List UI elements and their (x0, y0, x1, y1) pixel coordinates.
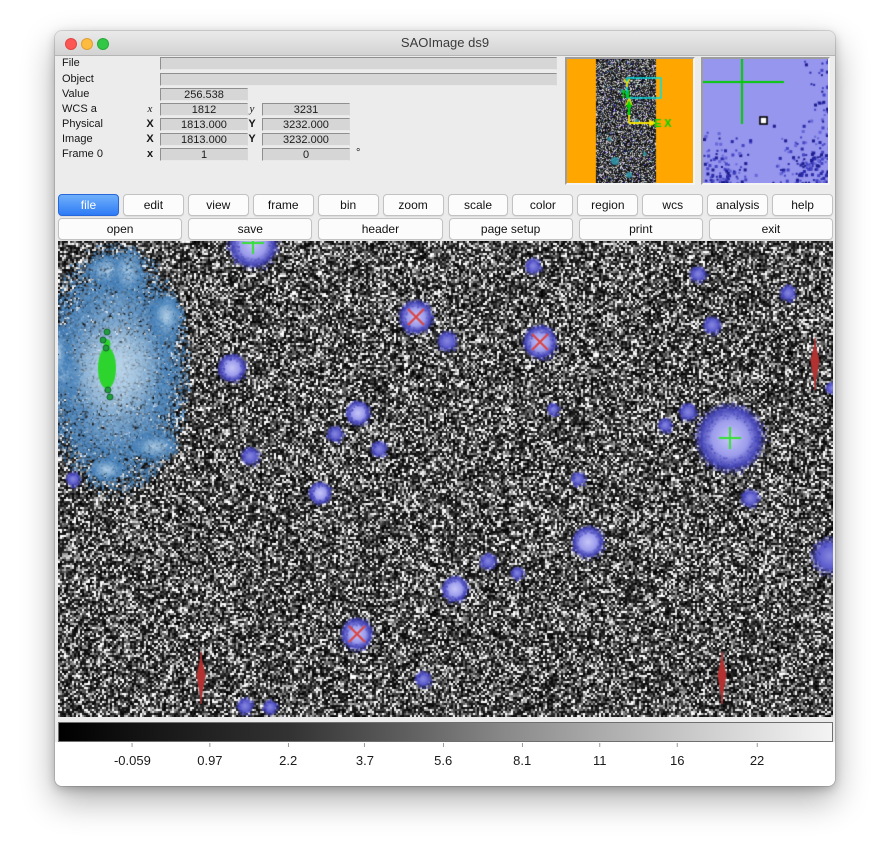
image-label: Image (62, 133, 93, 146)
colorbar-tick-label: 2.2 (279, 753, 297, 768)
value-field[interactable] (160, 88, 248, 101)
colorbar[interactable] (58, 722, 833, 742)
menu-tab-file[interactable]: file (58, 194, 119, 216)
menu-button-exit[interactable]: exit (709, 218, 833, 240)
object-label: Object (62, 73, 94, 86)
wcs-label: WCS a (62, 103, 97, 116)
desktop: SAOImage ds9 File Object Value WCS a x y… (0, 0, 889, 862)
colorbar-tick: 3.7 (356, 743, 374, 768)
colorbar-tick-label: 0.97 (197, 753, 222, 768)
menu-button-print[interactable]: print (579, 218, 703, 240)
degree-symbol: ° (356, 147, 360, 160)
menu-tab-frame[interactable]: frame (253, 194, 314, 216)
image-y-label: Y (245, 133, 259, 146)
physical-x-label: X (143, 118, 157, 131)
physical-y-field[interactable] (262, 118, 350, 131)
image-y-field[interactable] (262, 133, 350, 146)
menu-tab-color[interactable]: color (512, 194, 573, 216)
menu-tab-view[interactable]: view (188, 194, 249, 216)
wcs-x-field[interactable] (160, 103, 248, 116)
wcs-x-label: x (143, 103, 157, 116)
title-bar[interactable]: SAOImage ds9 (55, 31, 835, 56)
menu-tab-scale[interactable]: scale (448, 194, 509, 216)
frame-x-label: x (143, 148, 157, 161)
colorbar-tick: 5.6 (434, 743, 452, 768)
panner-canvas[interactable] (567, 59, 693, 183)
colorbar-tick: -0.059 (114, 743, 151, 768)
colorbar-tick-label: 8.1 (513, 753, 531, 768)
file-label: File (62, 57, 80, 70)
magnifier-canvas[interactable] (703, 59, 828, 183)
menu-button-header[interactable]: header (318, 218, 442, 240)
menu-tab-help[interactable]: help (772, 194, 833, 216)
colorbar-tick: 8.1 (513, 743, 531, 768)
menu-tab-wcs[interactable]: wcs (642, 194, 703, 216)
magnifier[interactable] (701, 57, 830, 185)
colorbar-tick: 22 (750, 743, 764, 768)
frame-label: Frame 0 (62, 148, 103, 161)
menu-tab-region[interactable]: region (577, 194, 638, 216)
physical-y-label: Y (245, 118, 259, 131)
ds9-window: SAOImage ds9 File Object Value WCS a x y… (55, 31, 835, 786)
colorbar-tick: 11 (593, 743, 607, 768)
menu-button-page-setup[interactable]: page setup (449, 218, 573, 240)
menu-button-open[interactable]: open (58, 218, 182, 240)
colorbar-tick-label: 11 (593, 753, 607, 768)
menu-button-row: open save header page setup print exit (58, 218, 833, 240)
frame-rotation-field[interactable] (262, 148, 350, 161)
image-x-field[interactable] (160, 133, 248, 146)
colorbar-tick-label: 3.7 (356, 753, 374, 768)
menu-button-save[interactable]: save (188, 218, 312, 240)
object-field[interactable] (160, 73, 557, 86)
colorbar-tick-label: -0.059 (114, 753, 151, 768)
physical-label: Physical (62, 118, 103, 131)
window-title: SAOImage ds9 (55, 35, 835, 50)
wcs-y-field[interactable] (262, 103, 350, 116)
menu-tab-zoom[interactable]: zoom (383, 194, 444, 216)
panner[interactable] (565, 57, 695, 185)
physical-x-field[interactable] (160, 118, 248, 131)
colorbar-ticks: -0.059 0.97 2.2 3.7 5.6 8.1 11 16 22 (58, 742, 833, 786)
frame-x-field[interactable] (160, 148, 248, 161)
colorbar-tick-label: 5.6 (434, 753, 452, 768)
colorbar-tick: 16 (670, 743, 684, 768)
colorbar-scale: -0.059 0.97 2.2 3.7 5.6 8.1 11 16 22 (55, 742, 835, 786)
menu-tab-edit[interactable]: edit (123, 194, 184, 216)
colorbar-tick: 2.2 (279, 743, 297, 768)
colorbar-tick-label: 22 (750, 753, 764, 768)
menu-tab-analysis[interactable]: analysis (707, 194, 768, 216)
menu-tab-bin[interactable]: bin (318, 194, 379, 216)
value-label: Value (62, 88, 89, 101)
wcs-y-label: y (245, 103, 259, 116)
main-image-canvas[interactable] (58, 241, 833, 717)
colorbar-tick-label: 16 (670, 753, 684, 768)
file-field[interactable] (160, 57, 557, 70)
colorbar-tick: 0.97 (197, 743, 222, 768)
menu-tab-row: fileeditviewframebinzoomscalecolorregion… (58, 194, 833, 216)
image-x-label: X (143, 133, 157, 146)
